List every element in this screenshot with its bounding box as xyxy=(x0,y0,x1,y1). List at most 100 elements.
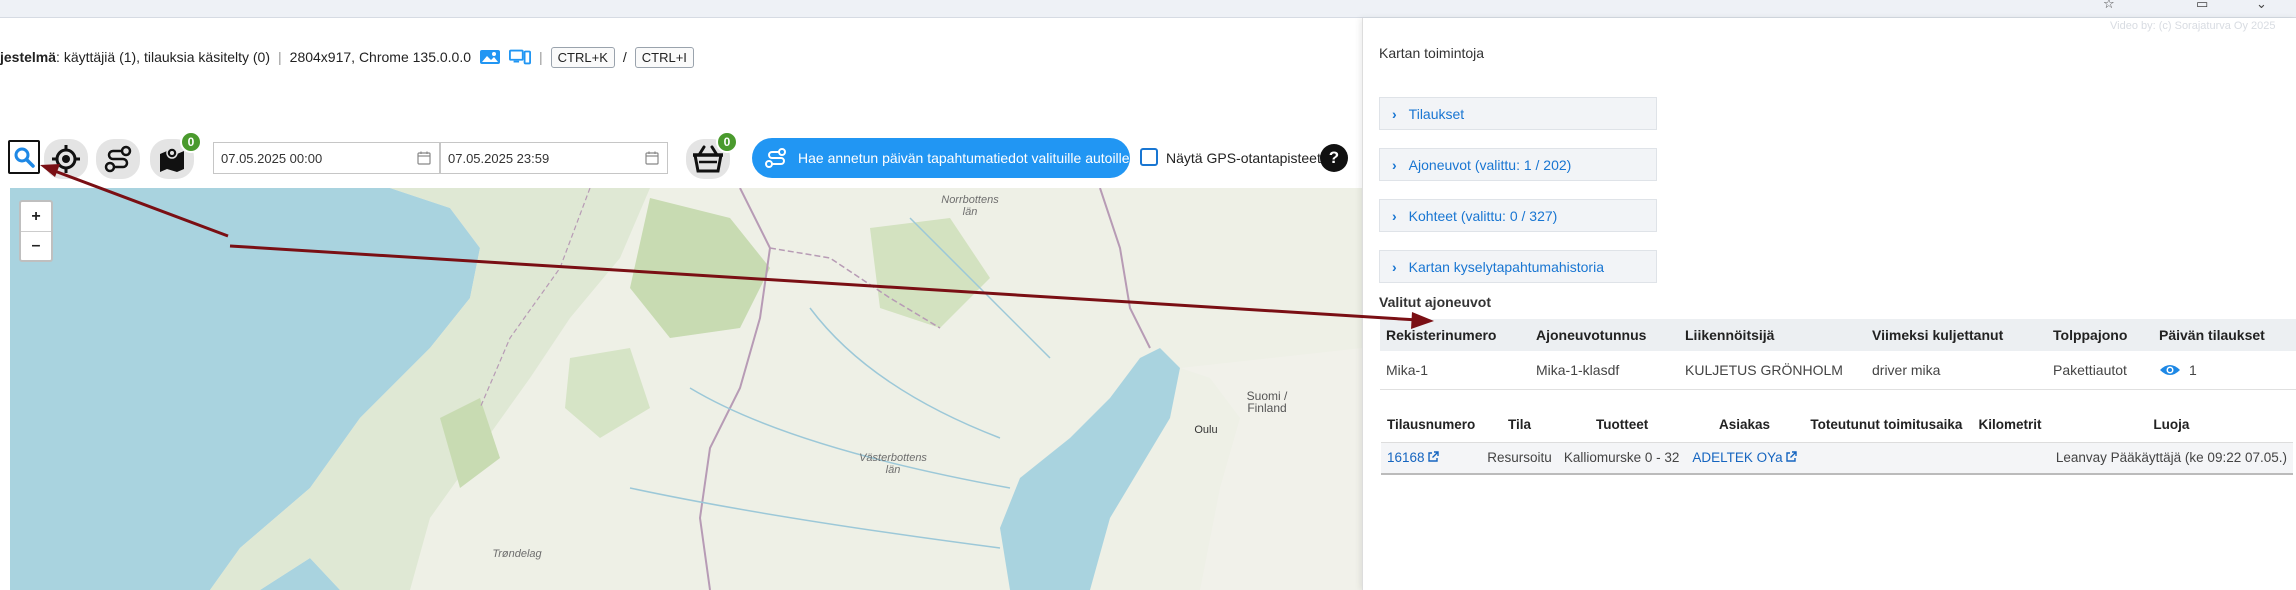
selected-vehicles-title: Valitut ajoneuvot xyxy=(1379,294,1492,310)
search-tool-button[interactable] xyxy=(8,140,40,174)
devices-icon[interactable] xyxy=(509,49,532,65)
day-orders-count: 1 xyxy=(2189,361,2197,378)
customer-link[interactable]: ADELTEK OYa xyxy=(1692,450,1782,465)
start-date-input[interactable]: 07.05.2025 00:00 xyxy=(213,142,440,174)
col-order-number[interactable]: Tilausnumero xyxy=(1381,408,1481,442)
calendar-icon[interactable] xyxy=(645,151,659,165)
col-state[interactable]: Tila xyxy=(1481,408,1558,442)
fetch-events-button[interactable]: Hae annetun päivän tapahtumatiedot valit… xyxy=(752,138,1130,178)
eye-icon[interactable] xyxy=(2159,363,2181,377)
locate-button[interactable] xyxy=(44,139,88,179)
accordion-orders-label: Tilaukset xyxy=(1408,105,1465,122)
cell-delivery-time xyxy=(1802,441,1971,475)
external-link-icon[interactable] xyxy=(1427,451,1439,463)
order-number-link[interactable]: 16168 xyxy=(1387,450,1425,465)
table-header-row: Rekisterinumero Ajoneuvotunnus Liikennöi… xyxy=(1380,319,2296,351)
zoom-control: + – xyxy=(19,200,53,262)
table-row[interactable]: 16168 Resursoitu Kalliomurske 0 - 32 ADE… xyxy=(1381,441,2293,475)
col-last-driver[interactable]: Viimeksi kuljettanut xyxy=(1866,319,2047,351)
layers-badge: 0 xyxy=(180,131,202,153)
col-products[interactable]: Tuotteet xyxy=(1558,408,1687,442)
accordion-targets-label: Kohteet (valittu: 0 / 327) xyxy=(1408,207,1558,224)
col-creator[interactable]: Luoja xyxy=(2050,408,2293,442)
help-button[interactable]: ? xyxy=(1320,144,1348,172)
cell-customer: ADELTEK OYa xyxy=(1686,441,1803,475)
map-view[interactable]: Norrbottens län Suomi / Finland Oulu Väste… xyxy=(10,188,1362,590)
resolution-info: 2804x917, Chrome 135.0.0.0 xyxy=(289,49,472,65)
table-header-row: Tilausnumero Tila Tuotteet Asiakas Toteu… xyxy=(1381,408,2293,442)
separator: | xyxy=(278,49,282,65)
window-icon[interactable]: ▭ xyxy=(2196,0,2212,11)
cell-order-number: 16168 xyxy=(1381,441,1482,475)
chevron-down-icon[interactable]: ⌄ xyxy=(2256,0,2272,11)
cell-creator: Leanvay Pääkäyttäjä (ke 09:22 07.05.) xyxy=(2049,441,2293,475)
col-registration[interactable]: Rekisterinumero xyxy=(1380,319,1530,351)
cell-registration: Mika-1 xyxy=(1380,351,1530,390)
accordion-query-history-label: Kartan kyselytapahtumahistoria xyxy=(1408,258,1604,275)
chevron-right-icon: › xyxy=(1392,156,1397,173)
system-label: jestelmä xyxy=(0,49,57,65)
route-icon xyxy=(765,148,786,168)
cell-state: Resursoitu xyxy=(1481,441,1558,475)
selected-vehicles-table: Rekisterinumero Ajoneuvotunnus Liikennöi… xyxy=(1380,319,2296,390)
cell-kilometers xyxy=(1970,441,2050,475)
status-line: jestelmä: käyttäjiä (1), tilauksia käsit… xyxy=(0,46,694,68)
gps-points-label: Näytä GPS-otantapisteet xyxy=(1166,150,1321,166)
accordion-vehicles-label: Ajoneuvot (valittu: 1 / 202) xyxy=(1408,156,1572,173)
chevron-right-icon: › xyxy=(1392,207,1397,224)
accordion-orders[interactable]: › Tilaukset xyxy=(1379,97,1657,130)
cell-operator: KULJETUS GRÖNHOLM xyxy=(1679,351,1866,390)
table-row[interactable]: Mika-1 Mika-1-klasdf KULJETUS GRÖNHOLM d… xyxy=(1380,351,2296,390)
map-tiles xyxy=(210,188,1362,590)
zoom-in-button[interactable]: + xyxy=(21,202,51,231)
basket-button[interactable]: 0 xyxy=(686,131,738,179)
col-vehicle-id[interactable]: Ajoneuvotunnus xyxy=(1530,319,1679,351)
external-link-icon[interactable] xyxy=(1785,451,1797,463)
separator: | xyxy=(539,49,543,65)
calendar-icon[interactable] xyxy=(417,151,431,165)
route-button[interactable] xyxy=(96,139,140,179)
start-date-value: 07.05.2025 00:00 xyxy=(221,150,323,166)
system-info: : käyttäjiä (1), tilauksia käsitelty (0) xyxy=(56,49,271,65)
cell-queue: Pakettiautot xyxy=(2047,351,2153,390)
chevron-right-icon: › xyxy=(1392,258,1397,275)
accordion-targets[interactable]: › Kohteet (valittu: 0 / 327) xyxy=(1379,199,1657,232)
star-icon[interactable]: ☆ xyxy=(2103,0,2119,11)
orders-table: Tilausnumero Tila Tuotteet Asiakas Toteu… xyxy=(1381,408,2293,475)
col-operator[interactable]: Liikennöitsijä xyxy=(1679,319,1866,351)
col-kilometers[interactable]: Kilometrit xyxy=(1970,408,2050,442)
video-watermark: Video by: (c) Sorajaturva Oy 2025 xyxy=(2110,20,2276,32)
map-label-norrbotten: Norrbottens län xyxy=(941,194,999,218)
col-delivery-time[interactable]: Toteutunut toimitusaika xyxy=(1803,408,1970,442)
end-date-value: 07.05.2025 23:59 xyxy=(448,150,550,166)
crosshair-icon xyxy=(52,145,80,173)
map-label-suomi: Suomi / Finland xyxy=(1246,389,1288,415)
fetch-events-label: Hae annetun päivän tapahtumatiedot valit… xyxy=(798,150,1130,166)
route-icon xyxy=(104,145,132,173)
basket-badge: 0 xyxy=(716,131,738,153)
accordion-vehicles[interactable]: › Ajoneuvot (valittu: 1 / 202) xyxy=(1379,148,1657,181)
cell-products: Kalliomurske 0 - 32 xyxy=(1557,441,1687,475)
map-label-vasterbotten: Västerbottens län xyxy=(859,452,927,476)
shortcut-ctrl-k[interactable]: CTRL+K xyxy=(550,46,615,68)
cell-day-orders: 1 xyxy=(2153,351,2296,390)
col-customer[interactable]: Asiakas xyxy=(1686,408,1802,442)
shortcut-slash: / xyxy=(622,49,627,65)
zoom-out-button[interactable]: – xyxy=(21,231,51,260)
map-label-trondelag: Trøndelag xyxy=(492,548,542,560)
map-actions-panel: Kartan toimintoja › Tilaukset › Ajoneuvo… xyxy=(1362,18,2296,590)
image-icon[interactable] xyxy=(479,49,501,65)
browser-bar: ☆ ▭ ⌄ xyxy=(0,0,2296,18)
end-date-input[interactable]: 07.05.2025 23:59 xyxy=(440,142,668,174)
chevron-right-icon: › xyxy=(1392,105,1397,122)
accordion-query-history[interactable]: › Kartan kyselytapahtumahistoria xyxy=(1379,250,1657,283)
cell-last-driver: driver mika xyxy=(1866,351,2047,390)
gps-points-checkbox[interactable] xyxy=(1140,148,1158,166)
shortcut-ctrl-i[interactable]: CTRL+I xyxy=(634,46,694,68)
screen: ☆ ▭ ⌄ jestelmä: käyttäjiä (1), tilauksia… xyxy=(0,0,2296,590)
search-icon xyxy=(14,147,35,168)
col-day-orders[interactable]: Päivän tilaukset xyxy=(2153,319,2296,351)
map-layers-button[interactable]: 0 xyxy=(150,131,202,179)
map-label-oulu: Oulu xyxy=(1194,424,1218,436)
col-queue[interactable]: Tolppajono xyxy=(2047,319,2153,351)
